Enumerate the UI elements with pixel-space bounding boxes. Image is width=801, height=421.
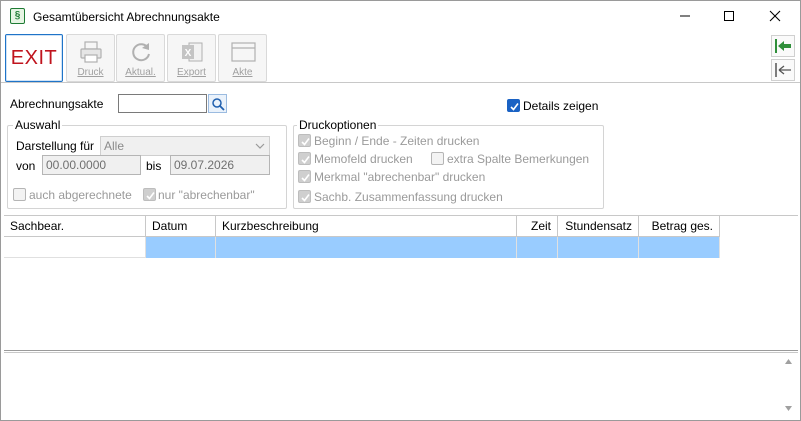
minimize-icon — [680, 15, 690, 17]
arrow-left-gray-icon — [775, 63, 791, 77]
maximize-icon — [724, 11, 734, 21]
druckoptionen-title: Druckoptionen — [297, 118, 379, 132]
sachb-label: Sachb. Zusammenfassung drucken — [314, 190, 503, 204]
darstellung-value: Alle — [104, 139, 125, 153]
checkmark-icon — [146, 192, 155, 200]
refresh-label: Aktual. — [125, 67, 156, 78]
data-grid[interactable]: Sachbear. Datum Kurzbeschreibung Zeit St… — [4, 215, 798, 351]
column-header-betrag[interactable]: Betrag ges. — [639, 216, 720, 237]
navigate-first-button[interactable] — [771, 35, 795, 57]
akte-button[interactable]: Akte — [218, 34, 267, 82]
details-label: Details zeigen — [523, 99, 599, 113]
memofeld-checkbox[interactable] — [298, 152, 311, 165]
checkmark-icon — [510, 103, 519, 111]
nur-abrechenbar-checkbox[interactable] — [143, 188, 156, 201]
auch-abgerechnete-label: auch abgerechnete — [29, 188, 132, 202]
window-title: Gesamtübersicht Abrechnungsakte — [33, 10, 220, 24]
close-icon — [769, 10, 781, 22]
exit-label: EXIT — [10, 47, 58, 69]
column-header-sachbear[interactable]: Sachbear. — [4, 216, 146, 237]
von-label: von — [16, 159, 36, 173]
close-button[interactable] — [752, 1, 798, 31]
auswahl-title: Auswahl — [13, 118, 63, 132]
bis-label: bis — [146, 159, 162, 173]
darstellung-label: Darstellung für — [16, 139, 95, 153]
extra-spalte-checkbox[interactable] — [431, 152, 444, 165]
akte-label: Akte — [232, 67, 253, 78]
memo-scrollbar[interactable] — [780, 353, 797, 417]
column-header-stundensatz[interactable]: Stundensatz — [558, 216, 639, 237]
table-cell-stundensatz[interactable] — [558, 237, 639, 258]
column-header-datum[interactable]: Datum — [146, 216, 216, 237]
printer-icon — [80, 41, 102, 63]
auch-abgerechnete-checkbox[interactable] — [13, 188, 26, 201]
merkmal-label: Merkmal "abrechenbar" drucken — [314, 170, 486, 184]
sachb-checkbox[interactable] — [298, 190, 311, 203]
table-cell-kurzbeschreibung[interactable] — [216, 237, 517, 258]
title-bar: § Gesamtübersicht Abrechnungsakte — [1, 1, 800, 31]
checkmark-icon — [301, 138, 310, 146]
checkmark-icon — [301, 156, 310, 164]
bis-date-input[interactable]: 09.07.2026 — [170, 155, 270, 175]
table-cell-betrag[interactable] — [639, 237, 720, 258]
scrollbar-arrows-icon — [785, 359, 792, 411]
excel-icon: X — [182, 42, 203, 62]
nur-abrechenbar-label: nur "abrechenbar" — [158, 188, 255, 202]
minimize-button[interactable] — [662, 1, 708, 31]
details-checkbox[interactable] — [507, 99, 520, 112]
maximize-button[interactable] — [706, 1, 752, 31]
table-cell-datum[interactable] — [146, 237, 216, 258]
exit-button[interactable]: EXIT — [5, 34, 63, 82]
column-header-zeit[interactable]: Zeit — [517, 216, 558, 237]
export-label: Export — [177, 67, 206, 78]
print-label: Druck — [77, 67, 104, 78]
column-header-kurzbeschreibung[interactable]: Kurzbeschreibung — [216, 216, 517, 237]
beginn-ende-checkbox[interactable] — [298, 134, 311, 147]
darstellung-select[interactable]: Alle — [100, 136, 270, 156]
application-window: § Gesamtübersicht Abrechnungsakte EXIT D… — [0, 0, 801, 421]
abrechnungsakte-input[interactable] — [118, 94, 207, 113]
memofeld-label: Memofeld drucken — [314, 152, 413, 166]
svg-text:X: X — [185, 48, 192, 59]
search-icon — [212, 98, 225, 111]
export-button[interactable]: X Export — [167, 34, 216, 82]
beginn-ende-label: Beginn / Ende - Zeiten drucken — [314, 134, 480, 148]
extra-spalte-label: extra Spalte Bemerkungen — [447, 152, 590, 166]
checkmark-icon — [301, 174, 310, 182]
checkmark-icon — [301, 194, 310, 202]
von-date-input[interactable]: 00.00.0000 — [42, 155, 141, 175]
table-cell-sachbear[interactable] — [4, 237, 146, 258]
merkmal-checkbox[interactable] — [298, 170, 311, 183]
memo-textarea[interactable] — [4, 352, 798, 418]
search-button[interactable] — [208, 94, 227, 113]
chevron-down-icon — [255, 143, 265, 149]
refresh-icon — [132, 43, 150, 62]
table-cell-zeit[interactable] — [517, 237, 558, 258]
toolbar: EXIT Druck Aktual. X Export Akte — [1, 31, 800, 83]
folder-window-icon — [231, 42, 256, 62]
navigate-back-button[interactable] — [771, 59, 795, 81]
app-paragraph-icon: § — [10, 8, 25, 24]
abrechnungsakte-label: Abrechnungsakte — [10, 97, 104, 111]
arrow-left-green-icon — [775, 39, 791, 53]
refresh-button[interactable]: Aktual. — [116, 34, 165, 82]
print-button[interactable]: Druck — [66, 34, 115, 82]
